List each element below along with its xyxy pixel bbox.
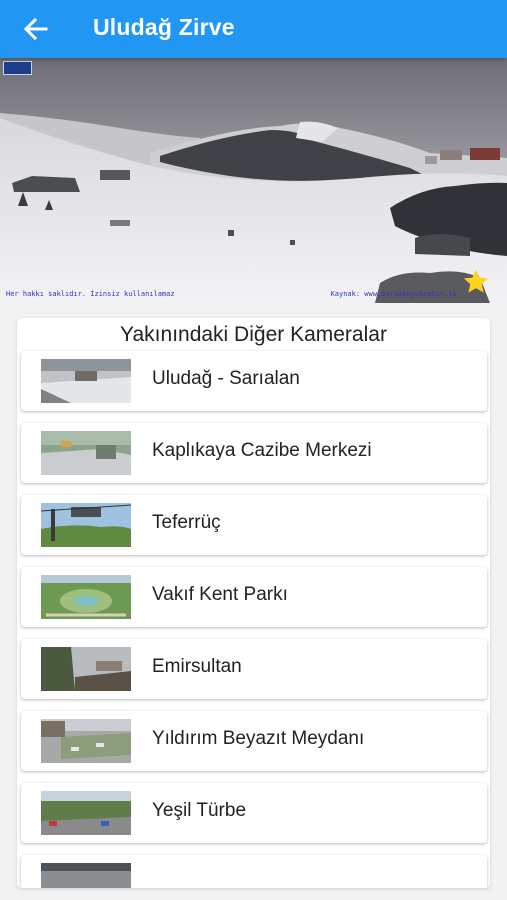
camera-copyright-text: Her hakkı saklıdır. İzinsiz kullanılamaz xyxy=(6,290,175,298)
app-bar: Uludağ Zirve xyxy=(0,0,507,58)
camera-live-image[interactable]: Her hakkı saklıdır. İzinsiz kullanılamaz… xyxy=(0,58,507,308)
camera-thumbnail xyxy=(41,575,131,619)
nearby-cameras-title: Yakınındaki Diğer Kameralar xyxy=(120,323,387,346)
camera-item-label: Teferrüç xyxy=(152,512,221,533)
camera-thumbnail xyxy=(41,791,131,835)
camera-item-uludag-sarialan[interactable]: Uludağ - Sarıalan xyxy=(21,351,487,411)
camera-item-yildirim-beyazit[interactable]: Yıldırım Beyazıt Meydanı xyxy=(21,711,487,771)
camera-thumbnail xyxy=(41,719,131,763)
camera-item-label: Vakıf Kent Parkı xyxy=(152,584,288,605)
camera-item-vakif-kent-parki[interactable]: Vakıf Kent Parkı xyxy=(21,567,487,627)
camera-thumbnail xyxy=(41,503,131,547)
nearby-cameras-card: Yakınındaki Diğer Kameralar Uludağ - Sar… xyxy=(17,318,490,888)
camera-item-label: Kaplıkaya Cazibe Merkezi xyxy=(152,440,372,461)
camera-thumbnail xyxy=(41,863,131,888)
bursa-logo-icon xyxy=(3,61,32,75)
camera-thumbnail xyxy=(41,647,131,691)
camera-item-partial[interactable] xyxy=(21,855,487,888)
camera-thumbnail xyxy=(41,431,131,475)
camera-thumbnail xyxy=(41,359,131,403)
camera-item-emirsultan[interactable]: Emirsultan xyxy=(21,639,487,699)
arrow-back-icon xyxy=(23,17,48,41)
camera-item-label: Emirsultan xyxy=(152,656,242,677)
camera-source-text: Kaynak: www.bursabuyuksehir.tv xyxy=(330,290,457,298)
back-button[interactable] xyxy=(18,13,54,45)
star-icon[interactable] xyxy=(462,268,490,296)
camera-item-teferruc[interactable]: Teferrüç xyxy=(21,495,487,555)
camera-item-label: Uludağ - Sarıalan xyxy=(152,368,300,389)
page-title: Uludağ Zirve xyxy=(93,14,235,40)
camera-item-yesil-turbe[interactable]: Yeşil Türbe xyxy=(21,783,487,843)
camera-item-label: Yıldırım Beyazıt Meydanı xyxy=(152,728,365,749)
camera-item-label: Yeşil Türbe xyxy=(152,800,247,821)
camera-item-kaplikaya[interactable]: Kaplıkaya Cazibe Merkezi xyxy=(21,423,487,483)
